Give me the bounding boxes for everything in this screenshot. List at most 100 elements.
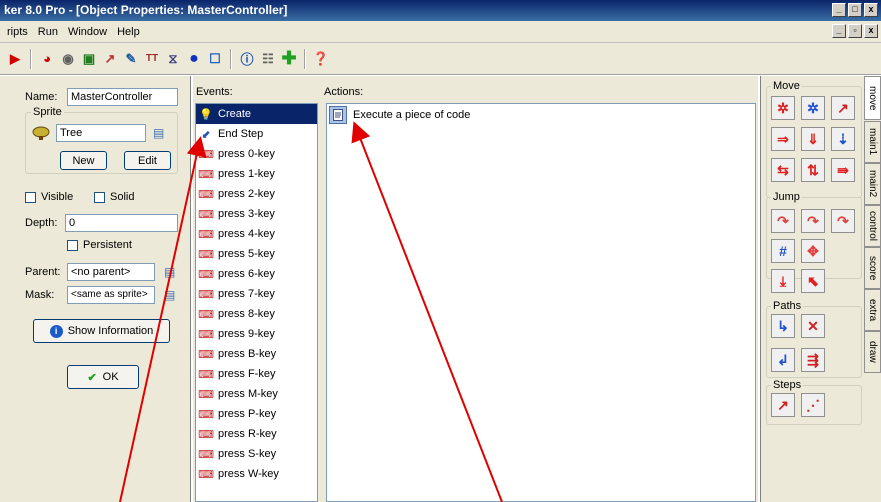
edit-sprite-button[interactable]: Edit [124,151,171,170]
mdi-close-button[interactable]: x [864,24,878,38]
new-sprite-button[interactable]: New [60,151,107,170]
ok-button[interactable]: ✔ OK [67,365,139,389]
sound-icon[interactable]: ◉ [59,50,77,68]
move-free-icon[interactable]: ✲ [801,96,825,120]
event-item[interactable]: ⌨ press 9-key [196,324,317,344]
speed-vertical-icon[interactable]: ⇓ [801,127,825,151]
jump-to-position-icon[interactable]: ↷ [771,209,795,233]
mdi-restore-button[interactable]: ▫ [848,24,862,38]
action-item[interactable]: Execute a piece of code [327,104,755,126]
room-icon[interactable]: ☐ [206,50,224,68]
event-item[interactable]: ⌨ press 3-key [196,204,317,224]
event-item[interactable]: ⌨ press P-key [196,404,317,424]
align-to-grid-icon[interactable]: # [771,239,795,263]
set-path-icon[interactable]: ↳ [771,314,795,338]
friction-icon[interactable]: ⇛ [831,158,855,182]
close-button[interactable]: x [864,3,878,17]
move-towards-icon[interactable]: ↗ [831,96,855,120]
gravity-icon[interactable]: ⇣ [831,127,855,151]
reverse-horizontal-icon[interactable]: ⇆ [771,158,795,182]
help-icon[interactable]: ❓ [312,50,330,68]
event-item[interactable]: ⬋ End Step [196,124,317,144]
game-info-icon[interactable]: ⓘ [238,50,256,68]
window-title: ker 8.0 Pro - [Object Properties: Master… [4,3,288,17]
background-icon[interactable]: ▣ [80,50,98,68]
mdi-minimize-button[interactable]: _ [832,24,846,38]
sprite-menu-icon[interactable]: ▤ [153,126,164,140]
menu-bar: ripts Run Window Help [0,21,881,43]
visible-checkbox[interactable] [25,191,36,203]
object-icon[interactable]: ● [185,50,203,68]
tab-draw[interactable]: draw [864,331,881,373]
wrap-screen-icon[interactable]: ✥ [801,239,825,263]
speed-horizontal-icon[interactable]: ⇒ [771,127,795,151]
event-item[interactable]: ⌨ press S-key [196,444,317,464]
step-avoiding-icon[interactable]: ⋰ [801,393,825,417]
events-list[interactable]: 💡 Create ⬋ End Step ⌨ press 0-key ⌨ press 1-key… [195,103,318,502]
event-item[interactable]: ⌨ press F-key [196,364,317,384]
mask-menu-icon[interactable]: ▤ [164,288,175,302]
keyboard-icon: ⌨ [198,448,214,461]
event-item[interactable]: ⌨ press 2-key [196,184,317,204]
tab-move[interactable]: move [864,76,881,120]
reverse-vertical-icon[interactable]: ⇅ [801,158,825,182]
timeline-icon[interactable]: ⧖ [164,50,182,68]
end-path-icon[interactable]: ✕ [801,314,825,338]
menu-scripts[interactable]: ripts [2,26,33,38]
event-item[interactable]: ⌨ press 7-key [196,284,317,304]
minimize-button[interactable]: _ [832,3,846,17]
path-icon[interactable]: ↗ [101,50,119,68]
sprite-field[interactable]: Tree [56,124,146,142]
name-field[interactable]: MasterController [67,88,178,106]
move-fixed-icon[interactable]: ✲ [771,96,795,120]
step-towards-icon[interactable]: ↗ [771,393,795,417]
global-settings-icon[interactable]: ☷ [259,50,277,68]
event-item[interactable]: ⌨ press 4-key [196,224,317,244]
parent-menu-icon[interactable]: ▤ [164,265,175,279]
jump-to-random-icon[interactable]: ↷ [831,209,855,233]
menu-help[interactable]: Help [112,26,145,38]
event-item[interactable]: ⌨ press B-key [196,344,317,364]
parent-field[interactable]: <no parent> [67,263,155,281]
persistent-checkbox[interactable] [67,239,78,251]
event-item[interactable]: ⌨ press 6-key [196,264,317,284]
event-item-label: press 3-key [218,208,275,220]
event-item[interactable]: ⌨ press 5-key [196,244,317,264]
event-item[interactable]: 💡 Create [196,104,317,124]
script-icon[interactable]: ✎ [122,50,140,68]
event-item[interactable]: ⌨ press W-key [196,464,317,484]
mask-field[interactable]: <same as sprite> [67,286,155,304]
tab-extra[interactable]: extra [864,289,881,331]
run-icon[interactable]: ▶ [6,50,24,68]
show-information-button[interactable]: i Show Information [33,319,170,343]
actions-list[interactable]: Execute a piece of code [326,103,756,502]
font-icon[interactable]: TT [143,50,161,68]
menu-run[interactable]: Run [33,26,63,38]
tab-score[interactable]: score [864,247,881,289]
keyboard-icon: ⌨ [198,388,214,401]
event-item[interactable]: ⌨ press 0-key [196,144,317,164]
solid-checkbox[interactable] [94,191,105,203]
pacman-sprite-icon[interactable]: ◕ [38,50,56,68]
event-item-label: press S-key [218,448,277,460]
move-to-contact-icon[interactable]: ⤓ [771,269,795,293]
path-position-icon[interactable]: ↲ [771,348,795,372]
event-item[interactable]: ⌨ press 8-key [196,304,317,324]
tab-control[interactable]: control [864,205,881,247]
maximize-button[interactable]: □ [848,3,862,17]
bounce-icon[interactable]: ⬉ [801,269,825,293]
menu-window[interactable]: Window [63,26,112,38]
extension-packages-icon[interactable]: ✚ [280,48,298,68]
tab-main2[interactable]: main2 [864,163,881,205]
event-item-label: press B-key [218,348,277,360]
tab-main1[interactable]: main1 [864,121,881,163]
event-item[interactable]: ⌨ press R-key [196,424,317,444]
path-speed-icon[interactable]: ⇶ [801,348,825,372]
event-item[interactable]: ⌨ press M-key [196,384,317,404]
event-item[interactable]: ⌨ press 1-key [196,164,317,184]
event-item-label: press M-key [218,388,278,400]
depth-field[interactable]: 0 [65,214,178,232]
event-item-label: press W-key [218,468,279,480]
event-item-label: press R-key [218,428,277,440]
jump-to-start-icon[interactable]: ↷ [801,209,825,233]
